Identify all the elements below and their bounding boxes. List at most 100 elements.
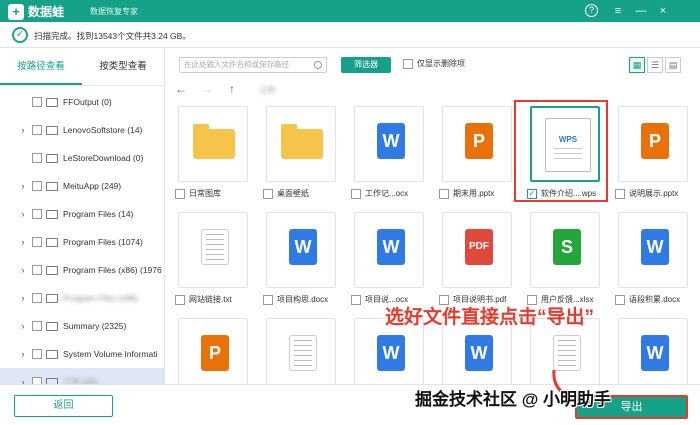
file-thumbnail[interactable]: S (530, 212, 600, 288)
file-thumbnail[interactable]: P (442, 106, 512, 182)
file-item[interactable]: 网站链接.txt (173, 212, 253, 312)
file-item[interactable] (261, 318, 341, 384)
chevron-right-icon[interactable]: › (18, 181, 28, 191)
tree-item[interactable]: › Program Files (x86) (0, 284, 164, 312)
file-thumbnail[interactable]: W (618, 318, 688, 384)
search-input[interactable]: 在此处输入文件名称或保存路径 (179, 57, 327, 73)
file-item[interactable]: P 期末用.pptx (437, 106, 517, 206)
tree-item[interactable]: › System Volume Informati (0, 340, 164, 368)
file-checkbox[interactable] (439, 188, 449, 199)
file-checkbox[interactable] (175, 188, 185, 199)
checkbox[interactable] (32, 181, 42, 191)
filter-button[interactable]: 筛选器 (341, 57, 391, 73)
file-thumbnail[interactable] (178, 212, 248, 288)
tree-item[interactable]: › MeituApp (249) (0, 172, 164, 200)
checkbox[interactable] (32, 377, 42, 384)
checkbox[interactable] (32, 349, 42, 359)
chevron-right-icon[interactable]: › (18, 265, 28, 275)
txt-icon (201, 229, 229, 265)
file-thumbnail[interactable]: P (618, 106, 688, 182)
file-checkbox[interactable] (615, 294, 625, 305)
file-item[interactable]: S 用户反馈...xlsx (525, 212, 605, 312)
file-item[interactable]: W 项目构思.docx (261, 212, 341, 312)
help-icon[interactable]: ? (585, 4, 598, 17)
checkbox[interactable] (32, 293, 42, 303)
chevron-right-icon[interactable]: › (18, 321, 28, 331)
chevron-right-icon[interactable]: › (18, 125, 28, 135)
scan-status-bar: ✓ 扫描完成。找到13543个文件共3.24 GB。 (0, 22, 700, 48)
grid-view-icon[interactable]: ▦ (629, 57, 645, 73)
forward-arrow-icon[interactable]: → (201, 82, 213, 96)
file-thumbnail[interactable]: PDF (442, 212, 512, 288)
tab-by-path[interactable]: 按路径查看 (0, 48, 82, 85)
file-name: 网站链接.txt (189, 295, 232, 304)
file-item[interactable]: 桌面壁纸 (261, 106, 341, 206)
checkbox[interactable] (403, 58, 413, 69)
chevron-right-icon[interactable]: › (18, 377, 28, 384)
chevron-right-icon[interactable]: › (18, 349, 28, 359)
tree-item[interactable]: › 工作 (25) (0, 368, 164, 384)
file-item[interactable]: PDF 项目说明书.pdf (437, 212, 517, 312)
tree-item[interactable]: › Program Files (1074) (0, 228, 164, 256)
tree-item[interactable]: › LenovoSoftstore (14) (0, 116, 164, 144)
tab-by-type[interactable]: 按类型查看 (82, 48, 164, 85)
checkbox[interactable] (32, 153, 42, 163)
file-checkbox[interactable] (175, 294, 185, 305)
file-thumbnail[interactable]: W (618, 212, 688, 288)
minimize-icon[interactable]: — (633, 3, 649, 19)
file-checkbox[interactable] (615, 188, 625, 199)
file-item[interactable]: W 工作记...ocx (349, 106, 429, 206)
chevron-right-icon[interactable]: › (18, 293, 28, 303)
file-thumbnail[interactable] (178, 106, 248, 182)
file-item[interactable]: W 语段积累.docx (613, 212, 693, 312)
ppt-icon: P (201, 335, 229, 371)
file-checkbox[interactable] (263, 294, 273, 305)
file-thumbnail[interactable] (266, 318, 336, 384)
tree-item[interactable]: FFOutput (0) (0, 88, 164, 116)
detail-view-icon[interactable]: ▤ (665, 57, 681, 73)
folder-icon (46, 181, 58, 191)
view-mode-tabs: 按路径查看 按类型查看 (0, 48, 164, 86)
tree-item-label: MeituApp (249) (63, 181, 122, 191)
checkbox[interactable] (32, 125, 42, 135)
checkbox[interactable] (32, 209, 42, 219)
chevron-right-icon[interactable]: › (18, 209, 28, 219)
check-circle-icon: ✓ (12, 27, 28, 43)
only-deleted-checkbox[interactable]: 仅显示删除项 (403, 58, 465, 69)
file-thumbnail[interactable]: W (354, 212, 424, 288)
menu-icon[interactable]: ≡ (610, 3, 626, 19)
tree-item[interactable]: › Summary (2325) (0, 312, 164, 340)
word-icon: W (289, 229, 317, 265)
tree-item-label: 工作 (25) (63, 377, 98, 384)
only-deleted-label: 仅显示删除项 (417, 59, 465, 68)
file-thumbnail[interactable]: P (178, 318, 248, 384)
file-item[interactable]: W (613, 318, 693, 384)
up-arrow-icon[interactable]: ↑ (229, 82, 235, 96)
tree-item[interactable]: LeStoreDownload (0) (0, 144, 164, 172)
folder-icon (46, 125, 58, 135)
app-subtitle: 数据恢复专家 (90, 7, 138, 16)
chevron-right-icon[interactable]: › (18, 237, 28, 247)
file-thumbnail[interactable]: W (266, 212, 336, 288)
file-thumbnail[interactable]: W (354, 106, 424, 182)
file-checkbox[interactable] (351, 188, 361, 199)
list-view-icon[interactable]: ☰ (647, 57, 663, 73)
checkbox[interactable] (32, 237, 42, 247)
checkbox[interactable] (32, 97, 42, 107)
file-item[interactable]: P 说明展示.pptx (613, 106, 693, 206)
file-checkbox[interactable] (263, 188, 273, 199)
tree-item[interactable]: › Program Files (14) (0, 200, 164, 228)
checkbox[interactable] (32, 321, 42, 331)
file-thumbnail[interactable] (266, 106, 336, 182)
tree-item[interactable]: › Program Files (x86) (1976 (0, 256, 164, 284)
back-button[interactable]: 返回 (14, 395, 113, 417)
search-icon[interactable] (314, 61, 322, 69)
file-item[interactable]: W 项目说...ocx (349, 212, 429, 312)
file-item[interactable]: P (173, 318, 253, 384)
folder-icon (46, 293, 58, 303)
file-checkbox[interactable] (351, 294, 361, 305)
back-arrow-icon[interactable]: ← (175, 82, 187, 96)
file-item[interactable]: 日常图库 (173, 106, 253, 206)
close-icon[interactable]: × (655, 3, 671, 19)
checkbox[interactable] (32, 265, 42, 275)
